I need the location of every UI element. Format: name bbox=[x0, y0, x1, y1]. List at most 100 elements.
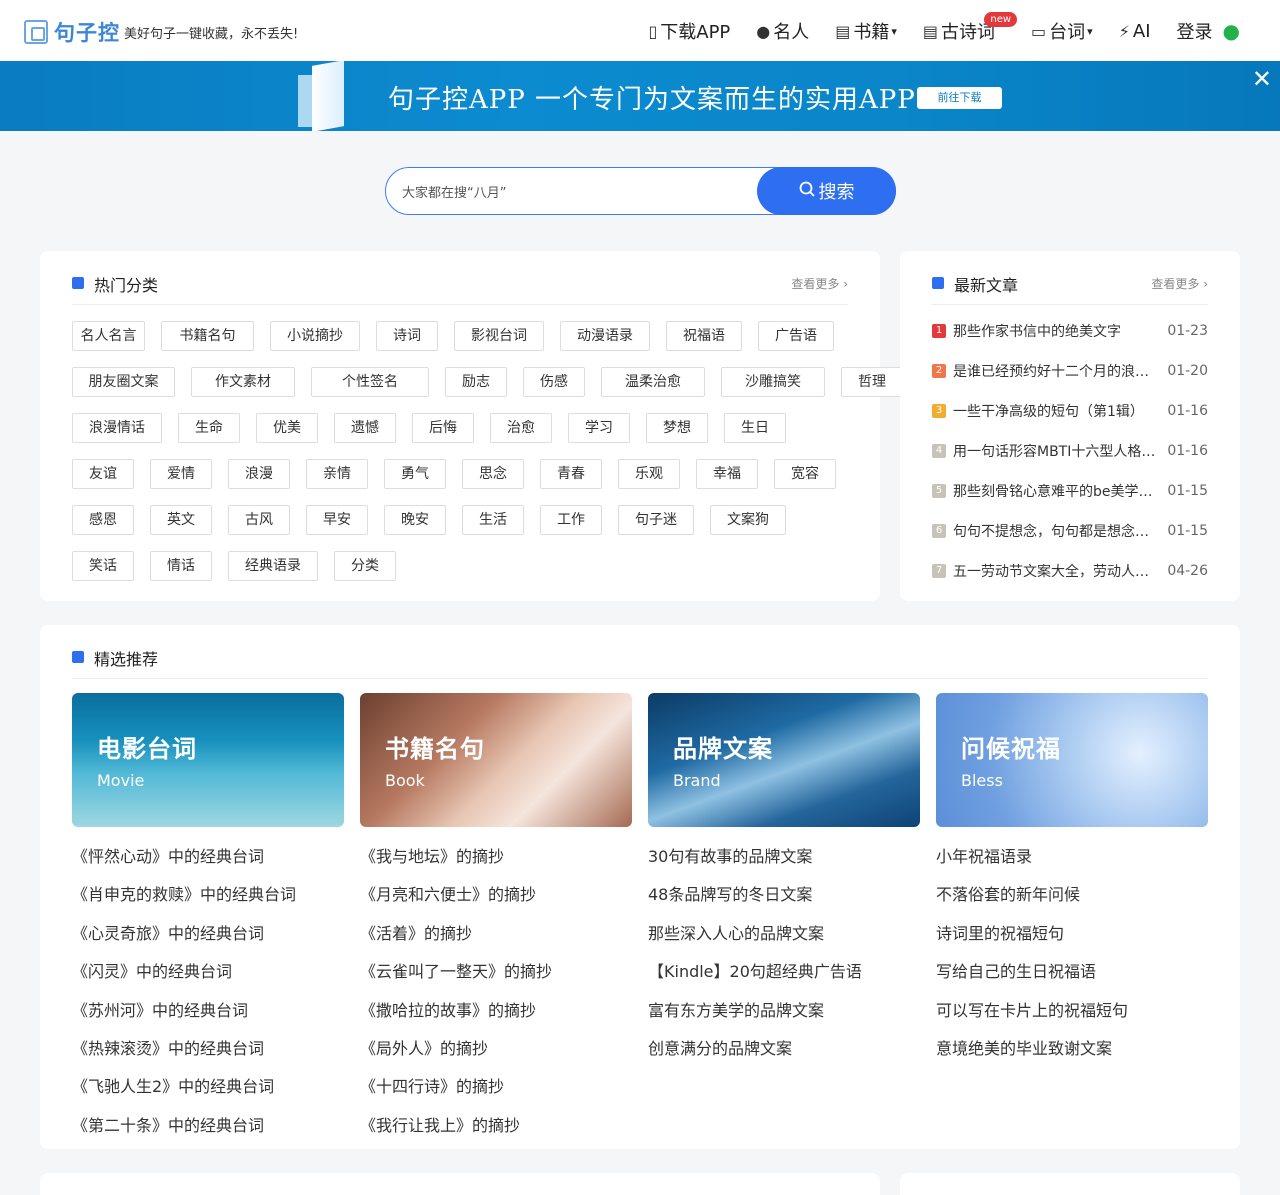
category-tag[interactable]: 生日 bbox=[724, 413, 786, 443]
book-quotes-banner[interactable]: 书籍名句 Book bbox=[360, 693, 632, 827]
view-more-link[interactable]: 查看更多 › bbox=[791, 275, 848, 292]
category-tag[interactable]: 书籍名句 bbox=[161, 321, 254, 351]
feature-link[interactable]: 《我行让我上》的摘抄 bbox=[360, 1112, 632, 1136]
feature-link[interactable]: 诗词里的祝福短句 bbox=[936, 920, 1208, 944]
category-tag[interactable]: 分类 bbox=[334, 551, 396, 581]
category-tag[interactable]: 幸福 bbox=[696, 459, 758, 489]
category-tag[interactable]: 学习 bbox=[568, 413, 630, 443]
site-logo[interactable]: 句子控 美好句子一键收藏，永不丢失! bbox=[24, 17, 298, 47]
category-tag[interactable]: 个性签名 bbox=[311, 367, 429, 397]
nav-ai[interactable]: ⚡ AI bbox=[1119, 21, 1151, 42]
category-tag[interactable]: 朋友圈文案 bbox=[72, 367, 175, 397]
search-button[interactable]: 搜索 bbox=[757, 167, 896, 215]
nav-poems[interactable]: ▤ 古诗词 new bbox=[923, 12, 1018, 44]
category-tag[interactable]: 治愈 bbox=[490, 413, 552, 443]
category-tag[interactable]: 诗词 bbox=[376, 321, 438, 351]
category-tag[interactable]: 励志 bbox=[445, 367, 507, 397]
feature-link[interactable]: 《闪灵》中的经典台词 bbox=[72, 958, 344, 982]
category-tag[interactable]: 名人名言 bbox=[72, 321, 145, 351]
article-item[interactable]: 3 一些干净高级的短句（第1辑） 01-16 bbox=[932, 399, 1208, 423]
category-tag[interactable]: 情话 bbox=[150, 551, 212, 581]
feature-link[interactable]: 《怦然心动》中的经典台词 bbox=[72, 843, 344, 867]
feature-link[interactable]: 富有东方美学的品牌文案 bbox=[648, 997, 920, 1021]
category-tag[interactable]: 后悔 bbox=[412, 413, 474, 443]
category-tag[interactable]: 乐观 bbox=[618, 459, 680, 489]
category-tag[interactable]: 沙雕搞笑 bbox=[721, 367, 825, 397]
feature-link[interactable]: 《心灵奇旅》中的经典台词 bbox=[72, 920, 344, 944]
feature-link[interactable]: 48条品牌写的冬日文案 bbox=[648, 881, 920, 905]
category-tag[interactable]: 感恩 bbox=[72, 505, 134, 535]
category-tag[interactable]: 作文素材 bbox=[191, 367, 295, 397]
category-tag[interactable]: 遗憾 bbox=[334, 413, 396, 443]
feature-link[interactable]: 小年祝福语录 bbox=[936, 843, 1208, 867]
category-tag[interactable]: 伤感 bbox=[523, 367, 585, 397]
movie-lines-banner[interactable]: 电影台词 Movie bbox=[72, 693, 344, 827]
blessings-banner[interactable]: 问候祝福 Bless bbox=[936, 693, 1208, 827]
download-app-button[interactable]: 前往下载 bbox=[917, 87, 1002, 109]
article-item[interactable]: 1 那些作家书信中的绝美文字 01-23 bbox=[932, 319, 1208, 343]
article-item[interactable]: 4 用一句话形容MBTI十六型人格… 01-16 bbox=[932, 439, 1208, 463]
feature-link[interactable]: 《苏州河》中的经典台词 bbox=[72, 997, 344, 1021]
nav-books[interactable]: ▤ 书籍 ▾ bbox=[835, 18, 897, 44]
category-tag[interactable]: 英文 bbox=[150, 505, 212, 535]
login-link[interactable]: 登录 bbox=[1177, 18, 1213, 44]
feature-link[interactable]: 创意满分的品牌文案 bbox=[648, 1035, 920, 1059]
category-tag[interactable]: 祝福语 bbox=[666, 321, 742, 351]
article-item[interactable]: 5 那些刻骨铭心意难平的be美学… 01-15 bbox=[932, 479, 1208, 503]
search-input[interactable]: 大家都在搜“八月” bbox=[402, 182, 506, 201]
feature-link[interactable]: 不落俗套的新年问候 bbox=[936, 881, 1208, 905]
nav-download-app[interactable]: ▯ 下载APP bbox=[648, 18, 730, 44]
category-tag[interactable]: 生命 bbox=[178, 413, 240, 443]
category-tag[interactable]: 影视台词 bbox=[454, 321, 544, 351]
category-tag[interactable]: 动漫语录 bbox=[560, 321, 650, 351]
feature-link[interactable]: 《云雀叫了一整天》的摘抄 bbox=[360, 958, 632, 982]
category-tag[interactable]: 勇气 bbox=[384, 459, 446, 489]
view-more-link[interactable]: 查看更多 › bbox=[1151, 275, 1208, 292]
close-icon[interactable]: ✕ bbox=[1252, 65, 1272, 93]
feature-link[interactable]: 【Kindle】20句超经典广告语 bbox=[648, 958, 920, 982]
feature-link[interactable]: 《飞驰人生2》中的经典台词 bbox=[72, 1073, 344, 1097]
category-tag[interactable]: 经典语录 bbox=[228, 551, 318, 581]
feature-link[interactable]: 《撒哈拉的故事》的摘抄 bbox=[360, 997, 632, 1021]
feature-link[interactable]: 那些深入人心的品牌文案 bbox=[648, 920, 920, 944]
category-tag[interactable]: 优美 bbox=[256, 413, 318, 443]
feature-link[interactable]: 《活着》的摘抄 bbox=[360, 920, 632, 944]
category-tag[interactable]: 哲理 bbox=[841, 367, 903, 397]
feature-link[interactable]: 意境绝美的毕业致谢文案 bbox=[936, 1035, 1208, 1059]
feature-link[interactable]: 《肖申克的救赎》中的经典台词 bbox=[72, 881, 344, 905]
category-tag[interactable]: 小说摘抄 bbox=[270, 321, 360, 351]
category-tag[interactable]: 浪漫 bbox=[228, 459, 290, 489]
article-item[interactable]: 7 五一劳动节文案大全，劳动人民… 04-26 bbox=[932, 559, 1208, 583]
category-tag[interactable]: 浪漫情话 bbox=[72, 413, 162, 443]
category-tag[interactable]: 文案狗 bbox=[710, 505, 786, 535]
category-tag[interactable]: 梦想 bbox=[646, 413, 708, 443]
category-tag[interactable]: 句子迷 bbox=[618, 505, 694, 535]
category-tag[interactable]: 古风 bbox=[228, 505, 290, 535]
feature-link[interactable]: 《月亮和六便士》的摘抄 bbox=[360, 881, 632, 905]
feature-link[interactable]: 《热辣滚烫》中的经典台词 bbox=[72, 1035, 344, 1059]
category-tag[interactable]: 工作 bbox=[540, 505, 602, 535]
wechat-icon[interactable]: ● bbox=[1223, 19, 1240, 43]
nav-celebrity[interactable]: ● 名人 bbox=[756, 18, 809, 44]
category-tag[interactable]: 广告语 bbox=[758, 321, 834, 351]
feature-link[interactable]: 可以写在卡片上的祝福短句 bbox=[936, 997, 1208, 1021]
category-tag[interactable]: 笑话 bbox=[72, 551, 134, 581]
category-tag[interactable]: 晚安 bbox=[384, 505, 446, 535]
category-tag[interactable]: 友谊 bbox=[72, 459, 134, 489]
feature-link[interactable]: 《十四行诗》的摘抄 bbox=[360, 1073, 632, 1097]
category-tag[interactable]: 爱情 bbox=[150, 459, 212, 489]
category-tag[interactable]: 青春 bbox=[540, 459, 602, 489]
feature-link[interactable]: 30句有故事的品牌文案 bbox=[648, 843, 920, 867]
app-promo-banner[interactable]: 句子控APP 一个专门为文案而生的实用APP 前往下载 ✕ bbox=[0, 61, 1280, 131]
feature-link[interactable]: 《局外人》的摘抄 bbox=[360, 1035, 632, 1059]
category-tag[interactable]: 亲情 bbox=[306, 459, 368, 489]
brand-copy-banner[interactable]: 品牌文案 Brand bbox=[648, 693, 920, 827]
category-tag[interactable]: 温柔治愈 bbox=[601, 367, 705, 397]
feature-link[interactable]: 《我与地坛》的摘抄 bbox=[360, 843, 632, 867]
category-tag[interactable]: 生活 bbox=[462, 505, 524, 535]
nav-lines[interactable]: ▭ 台词 ▾ bbox=[1031, 18, 1093, 44]
category-tag[interactable]: 思念 bbox=[462, 459, 524, 489]
feature-link[interactable]: 写给自己的生日祝福语 bbox=[936, 958, 1208, 982]
article-item[interactable]: 2 是谁已经预约好十二个月的浪漫… 01-20 bbox=[932, 359, 1208, 383]
article-item[interactable]: 6 句句不提想念，句句都是想念… 01-15 bbox=[932, 519, 1208, 543]
